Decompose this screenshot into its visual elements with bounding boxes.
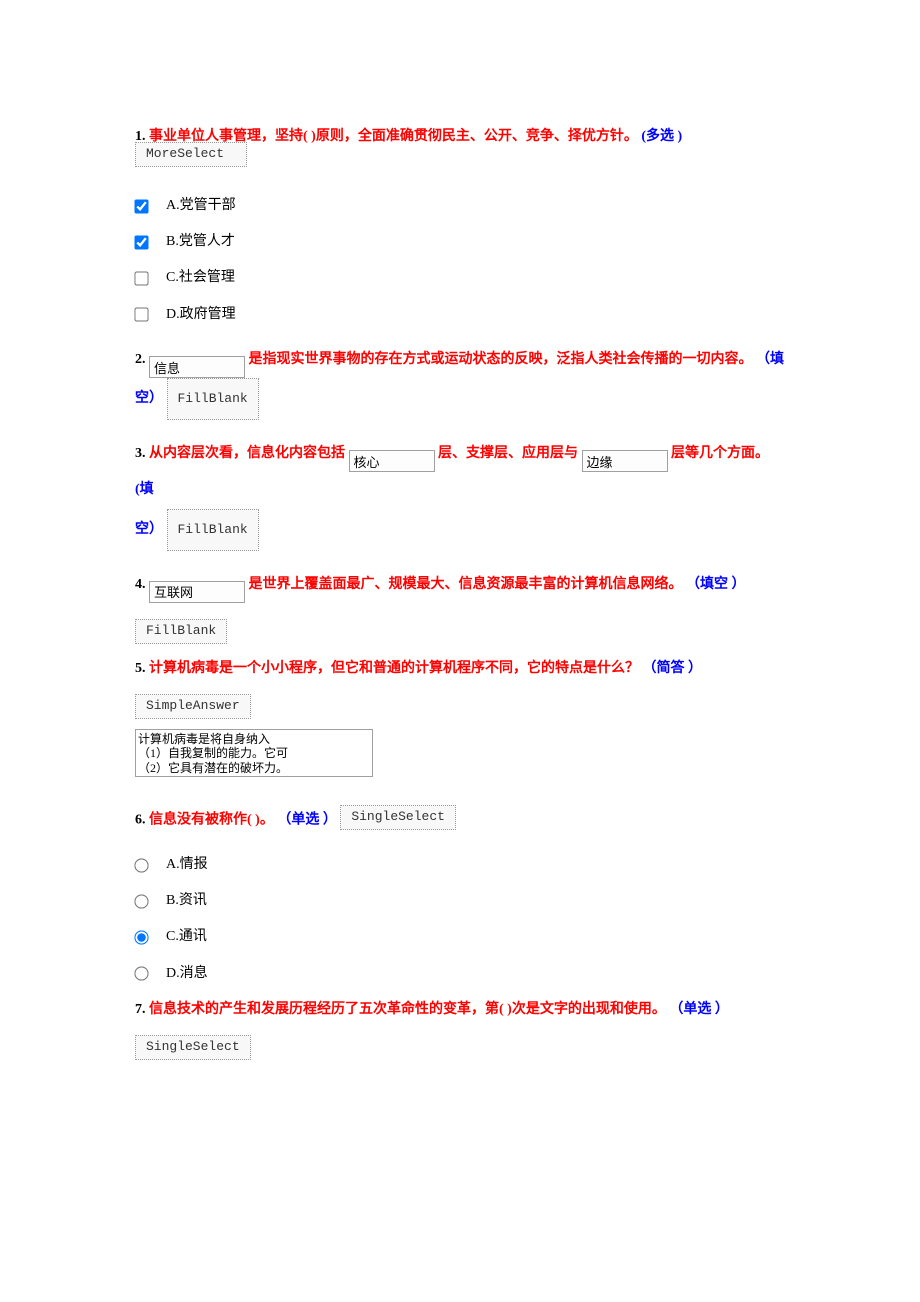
q6-option-b-radio[interactable] (134, 894, 148, 908)
q5-answer-wrapper (135, 729, 785, 783)
q3-type-value-box: FillBlank (167, 509, 259, 551)
q6-text: 信息没有被称作( )。 (149, 813, 274, 828)
q2-text-after: 是指现实世界事物的存在方式或运动状态的反映，泛指人类社会传播的一切内容。 (249, 352, 753, 367)
q5-answer-textarea[interactable] (135, 729, 373, 777)
q1-option-c-label: C.社会管理 (166, 269, 235, 287)
q7-type-value-box: SingleSelect (135, 1035, 251, 1060)
q1-option-a-checkbox[interactable] (134, 199, 148, 213)
question-5: 5. 计算机病毒是一个小小程序，但它和普通的计算机程序不同，它的特点是什么？ （… (135, 660, 785, 678)
q5-num: 5. (135, 661, 146, 676)
q4-type-value-row: FillBlank (135, 619, 785, 644)
q4-fill-input-1[interactable] (149, 581, 245, 603)
q3-type-suffix: 空） (135, 522, 163, 537)
q4-text-after: 是世界上覆盖面最广、规模最大、信息资源最丰富的计算机信息网络。 (249, 577, 683, 592)
question-6: 6. 信息没有被称作( )。 （单选 ） SingleSelect (135, 805, 785, 830)
q7-text: 信息技术的产生和发展历程经历了五次革命性的变革，第( )次是文字的出现和使用。 (149, 1002, 666, 1017)
q6-option-c-label: C.通讯 (166, 928, 207, 946)
q3-text1: 从内容层次看，信息化内容包括 (149, 446, 345, 461)
q6-option-a-row: A.情报 (135, 856, 785, 874)
q6-option-d-row: D.消息 (135, 965, 785, 983)
q1-option-d-label: D.政府管理 (166, 306, 236, 324)
q7-type: （单选 ） (669, 1002, 729, 1017)
q3-text2: 层、支撑层、应用层与 (438, 446, 578, 461)
q1-option-a-row: A.党管干部 (135, 197, 785, 215)
q6-type: （单选 ） (277, 813, 337, 828)
q6-option-c-row: C.通讯 (135, 928, 785, 946)
q6-option-a-radio[interactable] (134, 858, 148, 872)
q4-type-value-box: FillBlank (135, 619, 227, 644)
q6-option-a-label: A.情报 (166, 856, 208, 874)
q4-num: 4. (135, 577, 146, 592)
q1-type-value-box: MoreSelect (135, 142, 247, 167)
q7-type-value-row: SingleSelect (135, 1035, 785, 1060)
q6-option-c-radio[interactable] (134, 930, 148, 944)
q1-option-a-label: A.党管干部 (166, 197, 236, 215)
q3-num: 3. (135, 446, 146, 461)
q1-option-b-row: B.党管人才 (135, 233, 785, 251)
q4-type: （填空 ） (686, 577, 746, 592)
q7-num: 7. (135, 1002, 146, 1017)
q5-type: （简答 ） (643, 661, 703, 676)
q6-option-b-label: B.资讯 (166, 892, 207, 910)
q2-type-value-box: FillBlank (167, 378, 259, 420)
question-3: 3. 从内容层次看，信息化内容包括 层、支撑层、应用层与 层等几个方面。 (填 … (135, 436, 785, 551)
q5-text: 计算机病毒是一个小小程序，但它和普通的计算机程序不同，它的特点是什么？ (149, 661, 639, 676)
q5-type-value-box: SimpleAnswer (135, 694, 251, 719)
q1-option-b-label: B.党管人才 (166, 233, 235, 251)
q1-option-b-checkbox[interactable] (134, 235, 148, 249)
q3-fill-input-1[interactable] (349, 450, 435, 472)
q6-option-d-radio[interactable] (134, 967, 148, 981)
question-1: 1. 事业单位人事管理，坚持( )原则，全面准确贯彻民主、公开、竞争、择优方针。… (135, 128, 785, 171)
question-4: 4. 是世界上覆盖面最广、规模最大、信息资源最丰富的计算机信息网络。 （填空 ） (135, 567, 785, 603)
q1-option-c-row: C.社会管理 (135, 269, 785, 287)
q3-type-prefix: (填 (135, 482, 154, 497)
q5-type-value-row: SimpleAnswer (135, 694, 785, 719)
q1-type-label: (多选 ) (641, 129, 682, 144)
q6-num: 6. (135, 813, 146, 828)
q6-option-b-row: B.资讯 (135, 892, 785, 910)
q2-num: 2. (135, 352, 146, 367)
q6-type-value-box: SingleSelect (340, 805, 456, 830)
q3-fill-input-2[interactable] (582, 450, 668, 472)
q1-option-d-checkbox[interactable] (134, 308, 148, 322)
q2-type-prefix: （填 (756, 352, 784, 367)
q3-text3: 层等几个方面。 (671, 446, 769, 461)
question-2: 2. 是指现实世界事物的存在方式或运动状态的反映，泛指人类社会传播的一切内容。 … (135, 342, 785, 420)
q2-type-suffix: 空） (135, 391, 163, 406)
q6-option-d-label: D.消息 (166, 965, 208, 983)
q1-option-c-checkbox[interactable] (134, 271, 148, 285)
q1-option-d-row: D.政府管理 (135, 306, 785, 324)
q2-fill-input-1[interactable] (149, 356, 245, 378)
question-7: 7. 信息技术的产生和发展历程经历了五次革命性的变革，第( )次是文字的出现和使… (135, 1001, 785, 1019)
